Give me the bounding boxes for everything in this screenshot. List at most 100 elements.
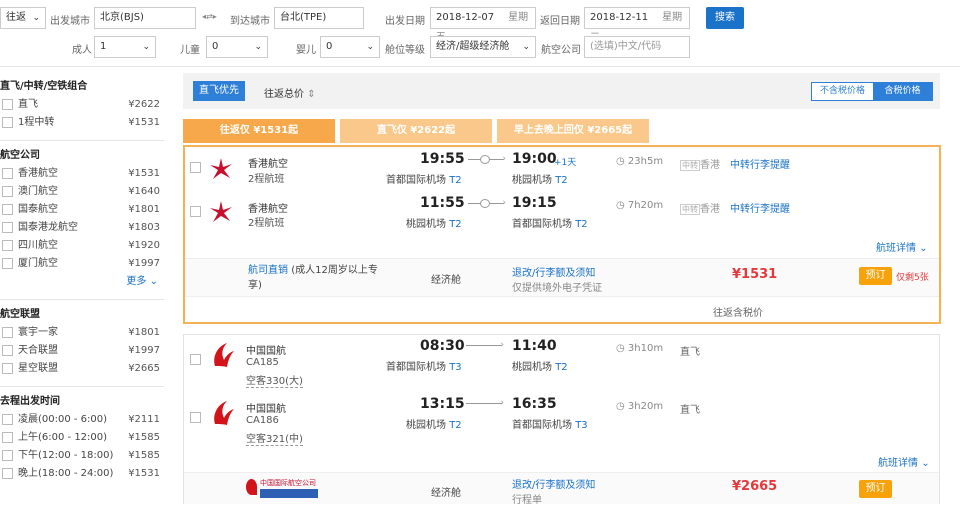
return-date-label: 返回日期: [540, 16, 580, 27]
depart-date-input[interactable]: 2018-12-07星期五: [430, 7, 536, 43]
flight-details-link[interactable]: 航班详情 ⌄: [878, 454, 930, 469]
sort-total-price[interactable]: 往返总价 ⇕: [264, 85, 316, 100]
filter-group-title: 直飞/中转/空铁组合: [0, 81, 88, 92]
tax-excluded-option[interactable]: 不含税价格: [812, 83, 873, 100]
more-airlines-link[interactable]: 更多 ⌄: [0, 273, 164, 291]
checkbox[interactable]: [2, 327, 13, 338]
transfer-baggage-tip-link[interactable]: 中转行李提醒: [730, 156, 790, 171]
filter-item[interactable]: 厦门航空 ¥1997: [0, 255, 164, 273]
filter-item[interactable]: 凌晨(00:00 - 6:00) ¥2111: [0, 411, 164, 429]
rules-link[interactable]: 退改/行李额及须知: [512, 476, 595, 491]
compare-checkbox[interactable]: [190, 162, 201, 173]
filter-item[interactable]: 晚上(18:00 - 24:00) ¥1531: [0, 465, 164, 483]
depart-airport: 桃园机场 T2: [406, 420, 462, 431]
child-count-select[interactable]: 0 ⌄: [206, 36, 268, 58]
transfer-baggage-tip-link[interactable]: 中转行李提醒: [730, 200, 790, 215]
transfer-tag: 中转: [680, 204, 700, 215]
filter-item[interactable]: 四川航空 ¥1920: [0, 237, 164, 255]
arrive-airport: 桃园机场 T2: [512, 362, 568, 373]
depart-city-input[interactable]: 北京(BJS): [94, 7, 196, 29]
filter-item[interactable]: 直飞 ¥2622: [0, 96, 164, 114]
chevron-down-icon: ⌄: [254, 42, 262, 52]
rules-link[interactable]: 退改/行李额及须知: [512, 264, 595, 279]
air-china-seller-logo: 中国国际航空公司: [246, 478, 322, 500]
arrive-time: 16:35: [512, 396, 557, 412]
checkbox[interactable]: [2, 432, 13, 443]
clock-icon: ◷: [616, 401, 625, 412]
arrive-city-input[interactable]: 台北(TPE): [274, 7, 364, 29]
filter-item[interactable]: 1程中转 ¥1531: [0, 114, 164, 132]
checkbox[interactable]: [2, 186, 13, 197]
filter-item[interactable]: 下午(12:00 - 18:00) ¥1585: [0, 447, 164, 465]
return-date-input[interactable]: 2018-12-11星期二: [584, 7, 690, 43]
filter-item[interactable]: 香港航空 ¥1531: [0, 165, 164, 183]
direct-first-button[interactable]: 直飞优先: [193, 81, 245, 101]
tab-direct-lowest[interactable]: 直飞仅 ¥2622起: [340, 119, 492, 143]
checkbox[interactable]: [2, 468, 13, 479]
search-button[interactable]: 搜索: [706, 7, 744, 29]
infant-label: 婴儿: [296, 45, 316, 56]
checkbox[interactable]: [2, 168, 13, 179]
airline-input[interactable]: (选填)中文/代码: [584, 36, 690, 58]
book-button[interactable]: 预订: [859, 267, 892, 285]
transfer-arrow-icon: ›: [468, 198, 506, 209]
depart-city-label: 出发城市: [50, 16, 90, 27]
filter-sidebar: 直飞/中转/空铁组合 直飞 ¥2622 1程中转 ¥1531 航空公司 香港航空 ¥1…: [0, 78, 164, 483]
aircraft-type-link[interactable]: 空客330(大): [246, 372, 303, 388]
tab-morning-evening[interactable]: 早上去晚上回仅 ¥2665起: [497, 119, 649, 143]
filter-item[interactable]: 天合联盟 ¥1997: [0, 342, 164, 360]
book-button[interactable]: 预订: [859, 480, 892, 498]
airline-direct-link[interactable]: 航司直销: [248, 265, 288, 276]
filter-item[interactable]: 上午(6:00 - 12:00) ¥1585: [0, 429, 164, 447]
chevron-down-icon: ⌄: [919, 243, 928, 254]
filter-item[interactable]: 澳门航空 ¥1640: [0, 183, 164, 201]
tab-roundtrip-lowest[interactable]: 往返仅 ¥1531起: [183, 119, 335, 143]
adult-count-select[interactable]: 1 ⌄: [94, 36, 156, 58]
checkbox[interactable]: [2, 222, 13, 233]
arrive-city-label: 到达城市: [230, 16, 270, 27]
clock-icon: ◷: [616, 343, 625, 354]
checkbox[interactable]: [2, 450, 13, 461]
rules-note: 仅提供境外电子凭证: [512, 283, 602, 294]
checkbox[interactable]: [2, 258, 13, 269]
duration: ◷ 7h20m: [616, 200, 664, 211]
chevron-down-icon: ⌄: [142, 42, 150, 52]
flight-details-link[interactable]: 航班详情 ⌄: [876, 239, 928, 254]
checkbox[interactable]: [2, 240, 13, 251]
depart-airport: 首都国际机场 T3: [386, 362, 462, 373]
filter-group-stops: 直飞/中转/空铁组合 直飞 ¥2622 1程中转 ¥1531: [0, 78, 164, 132]
depart-airport: 桃园机场 T2: [406, 219, 462, 230]
airline-label: 航空公司: [541, 45, 581, 56]
compare-checkbox[interactable]: [190, 354, 201, 365]
filter-item[interactable]: 寰宇一家 ¥1801: [0, 324, 164, 342]
cabin-class-select[interactable]: 经济/超级经济舱 ⌄: [430, 36, 536, 58]
trip-type-select[interactable]: 往返 ⌄: [0, 7, 46, 29]
duration: ◷ 3h20m: [616, 401, 664, 412]
filter-item[interactable]: 国泰港龙航空 ¥1803: [0, 219, 164, 237]
air-china-logo-icon: [214, 401, 234, 425]
compare-checkbox[interactable]: [190, 206, 201, 217]
filter-group-depart-time: 去程出发时间 凌晨(00:00 - 6:00) ¥2111 上午(6:00 - 1…: [0, 393, 164, 483]
filter-item[interactable]: 国泰航空 ¥1801: [0, 201, 164, 219]
checkbox[interactable]: [2, 204, 13, 215]
tax-included-option[interactable]: 含税价格: [873, 83, 932, 100]
checkbox[interactable]: [2, 117, 13, 128]
filter-divider: [0, 140, 164, 141]
aircraft-type-link[interactable]: 空客321(中): [246, 430, 303, 446]
filter-group-title: 航空公司: [0, 150, 40, 161]
compare-checkbox[interactable]: [190, 412, 201, 423]
filter-item[interactable]: 星空联盟 ¥2665: [0, 360, 164, 378]
airline-name: 中国国航: [246, 346, 286, 357]
tax-toggle: 不含税价格 含税价格: [811, 82, 933, 101]
trip-type-value: 往返: [6, 12, 26, 23]
checkbox[interactable]: [2, 99, 13, 110]
chevron-down-icon: ⌄: [149, 276, 158, 287]
checkbox[interactable]: [2, 414, 13, 425]
depart-time: 13:15: [420, 396, 465, 412]
infant-count-select[interactable]: 0 ⌄: [320, 36, 380, 58]
swap-cities-icon[interactable]: ◂⇄▸: [202, 12, 217, 21]
clock-icon: ◷: [616, 200, 625, 211]
hong-kong-airlines-logo-icon: [210, 158, 232, 179]
checkbox[interactable]: [2, 363, 13, 374]
checkbox[interactable]: [2, 345, 13, 356]
